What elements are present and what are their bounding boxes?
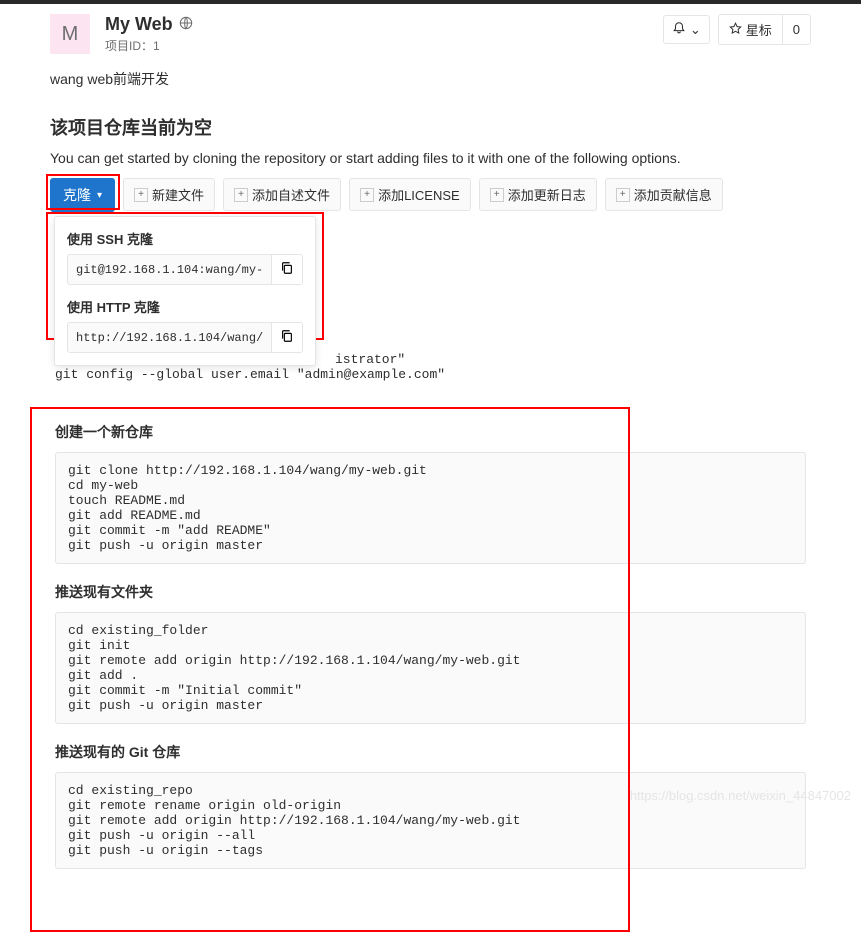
clone-label: 克隆 — [63, 185, 91, 205]
copy-icon — [280, 261, 294, 278]
hint-text: You can get started by cloning the repos… — [50, 150, 811, 166]
chevron-down-icon: ▾ — [97, 190, 102, 201]
bell-icon — [672, 21, 686, 38]
empty-repo-title: 该项目仓库当前为空 — [50, 114, 811, 140]
clone-button[interactable]: 克隆 ▾ — [50, 178, 115, 212]
notification-button[interactable]: ⌄ — [663, 15, 710, 44]
push-repo-code: cd existing_repo git remote rename origi… — [55, 772, 806, 869]
copy-icon — [280, 329, 294, 346]
plus-icon: + — [134, 188, 148, 202]
action-label: 新建文件 — [152, 185, 204, 204]
star-icon — [729, 22, 742, 38]
copy-ssh-button[interactable] — [272, 254, 303, 285]
push-folder-title: 推送现有文件夹 — [55, 582, 806, 602]
plus-icon: + — [360, 188, 374, 202]
plus-icon: + — [490, 188, 504, 202]
ssh-clone-label: 使用 SSH 克隆 — [67, 229, 303, 248]
project-description: wang web前端开发 — [50, 69, 811, 89]
star-button[interactable]: 星标 — [718, 14, 782, 45]
http-url-input[interactable] — [67, 322, 272, 353]
project-title: My Web — [105, 14, 173, 35]
add-license-button[interactable]: + 添加LICENSE — [349, 178, 471, 211]
push-folder-code: cd existing_folder git init git remote a… — [55, 612, 806, 724]
clone-dropdown: 使用 SSH 克隆 使用 HTTP 克隆 — [54, 216, 316, 366]
create-repo-code: git clone http://192.168.1.104/wang/my-w… — [55, 452, 806, 564]
copy-http-button[interactable] — [272, 322, 303, 353]
push-repo-title: 推送现有的 Git 仓库 — [55, 742, 806, 762]
http-clone-label: 使用 HTTP 克隆 — [67, 297, 303, 316]
create-repo-title: 创建一个新仓库 — [55, 422, 806, 442]
action-label: 添加LICENSE — [378, 185, 460, 204]
action-label: 添加更新日志 — [508, 185, 586, 204]
project-id: 项目ID：1 — [105, 37, 193, 54]
action-label: 添加自述文件 — [252, 185, 330, 204]
star-count[interactable]: 0 — [782, 14, 811, 45]
chevron-down-icon: ⌄ — [690, 22, 701, 38]
add-readme-button[interactable]: + 添加自述文件 — [223, 178, 341, 211]
plus-icon: + — [234, 188, 248, 202]
new-file-button[interactable]: + 新建文件 — [123, 178, 215, 211]
project-avatar: M — [50, 14, 90, 54]
action-label: 添加贡献信息 — [634, 185, 712, 204]
globe-icon — [179, 16, 193, 33]
ssh-url-input[interactable] — [67, 254, 272, 285]
plus-icon: + — [616, 188, 630, 202]
star-label: 星标 — [746, 20, 772, 39]
add-contributing-button[interactable]: + 添加贡献信息 — [605, 178, 723, 211]
add-changelog-button[interactable]: + 添加更新日志 — [479, 178, 597, 211]
project-header: M My Web 项目ID：1 ⌄ — [50, 14, 811, 54]
